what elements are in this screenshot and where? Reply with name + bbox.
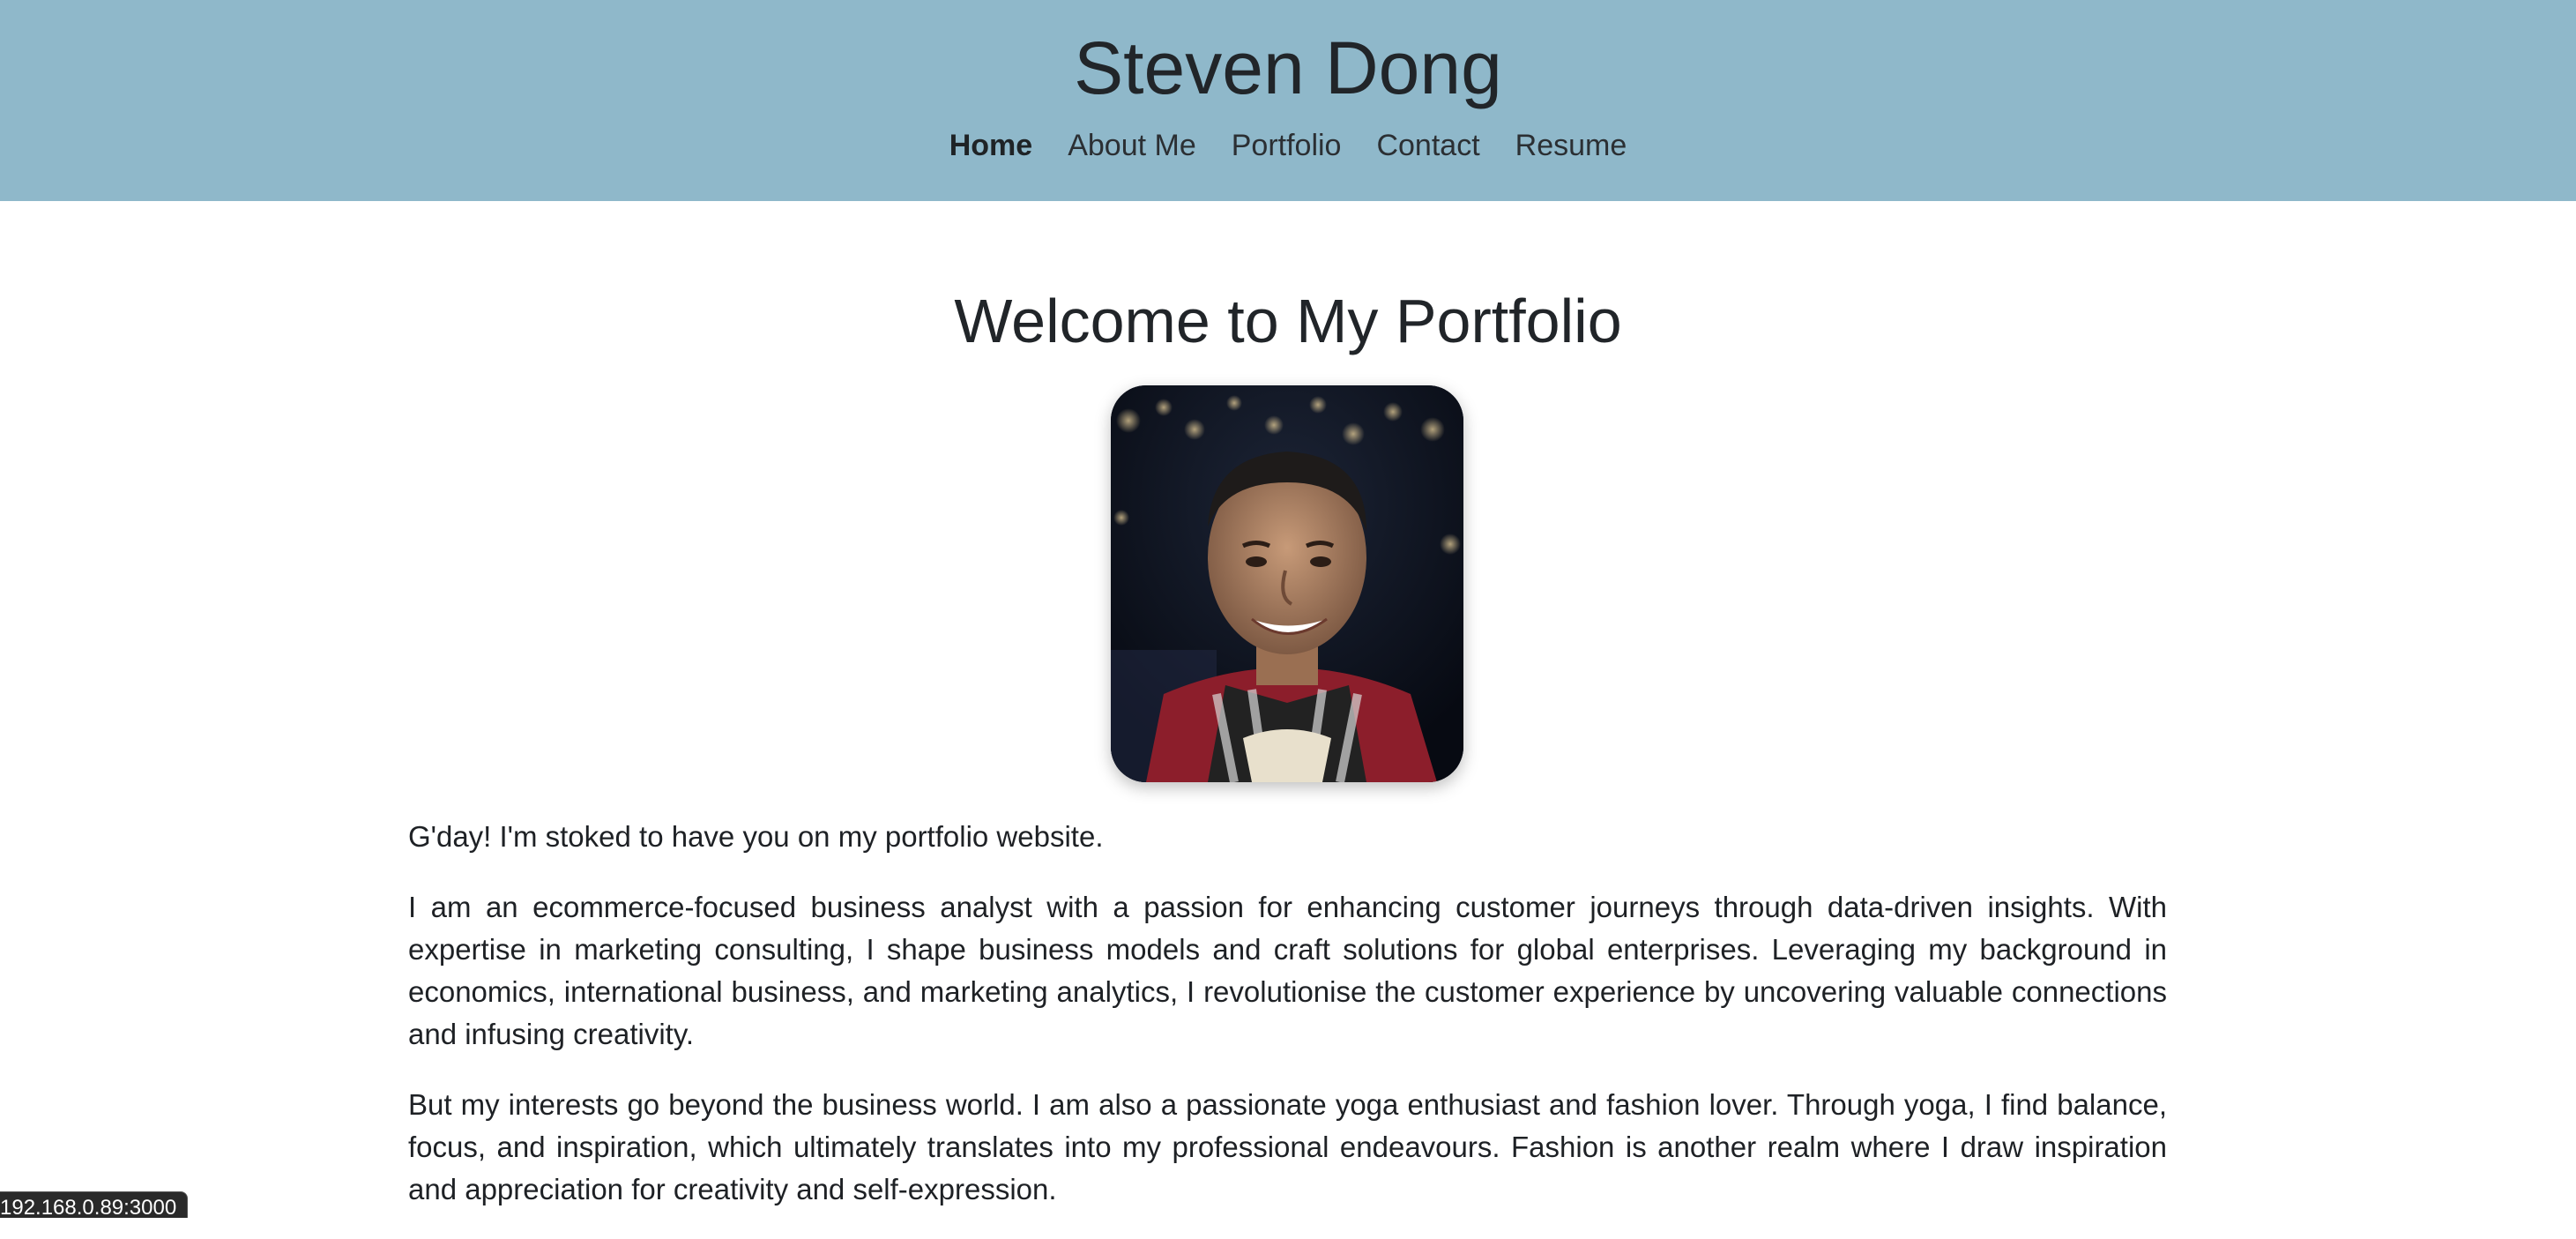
portrait-photo-icon bbox=[1111, 385, 1463, 782]
nav-portfolio[interactable]: Portfolio bbox=[1232, 122, 1342, 169]
nav-contact[interactable]: Contact bbox=[1376, 122, 1479, 169]
nav-about-me[interactable]: About Me bbox=[1068, 122, 1196, 169]
intro-paragraph-interests: But my interests go beyond the business … bbox=[408, 1088, 2167, 1205]
nav-resume[interactable]: Resume bbox=[1515, 122, 1627, 169]
status-bar-url: 192.168.0.89:3000 bbox=[0, 1191, 189, 1218]
profile-photo bbox=[1111, 385, 1463, 782]
nav-home[interactable]: Home bbox=[949, 122, 1032, 169]
main-nav: Home About Me Portfolio Contact Resume bbox=[0, 122, 2576, 169]
site-title[interactable]: Steven Dong bbox=[0, 19, 2576, 116]
page-heading: Welcome to My Portfolio bbox=[954, 287, 1622, 355]
intro-paragraph-greeting: G'day! I'm stoked to have you on my port… bbox=[408, 820, 1104, 853]
site-header: Steven Dong Home About Me Portfolio Cont… bbox=[0, 0, 2576, 201]
intro-paragraph-profession: I am an ecommerce-focused business analy… bbox=[408, 891, 2167, 1050]
intro-content: G'day! I'm stoked to have you on my port… bbox=[408, 816, 2167, 1239]
